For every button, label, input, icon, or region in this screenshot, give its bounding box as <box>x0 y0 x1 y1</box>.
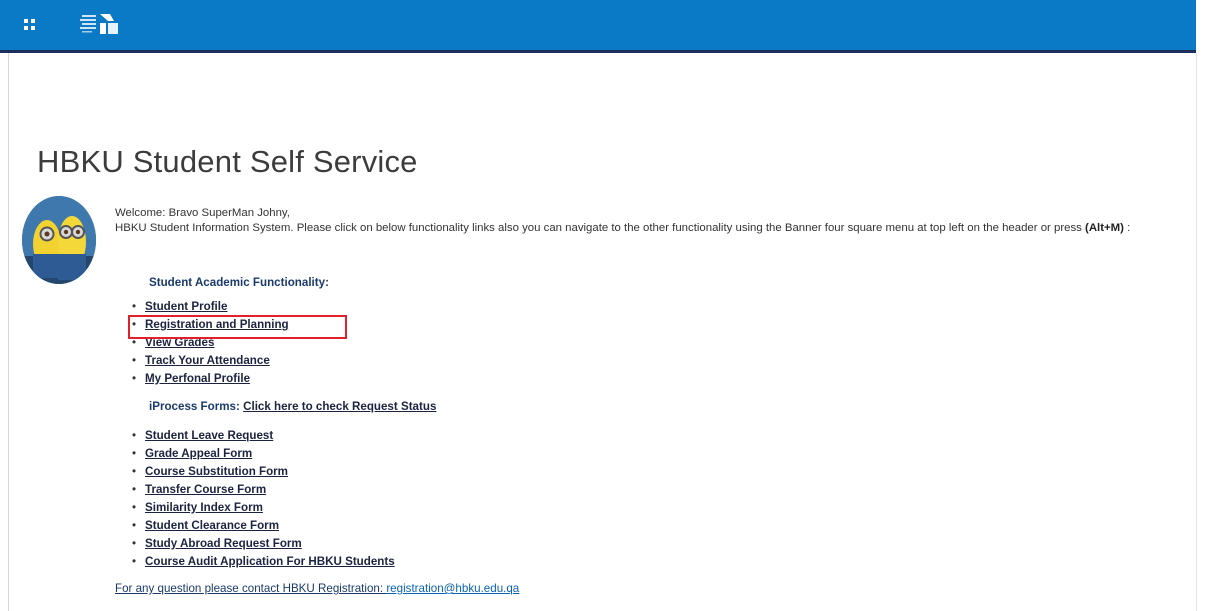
transfer-course-link[interactable]: Transfer Course Form <box>145 483 266 496</box>
list-item: Student Leave Request <box>132 427 395 445</box>
right-divider <box>1196 53 1197 611</box>
list-item: Student Profile <box>132 298 289 316</box>
view-grades-link[interactable]: View Grades <box>145 336 214 349</box>
avatar <box>22 196 96 284</box>
iprocess-links: Student Leave Request Grade Appeal Form … <box>115 427 395 571</box>
student-clearance-link[interactable]: Student Clearance Form <box>145 519 279 532</box>
study-abroad-link[interactable]: Study Abroad Request Form <box>145 537 302 550</box>
academic-heading: Student Academic Functionality: <box>149 276 329 289</box>
contact-line: For any question please contact HBKU Reg… <box>115 582 519 597</box>
list-item: View Grades <box>132 334 289 352</box>
registration-email-link[interactable]: registration@hbku.edu.qa <box>386 582 519 595</box>
intro-colon: : <box>1123 221 1131 234</box>
list-item: Course Audit Application For HBKU Studen… <box>132 553 395 571</box>
list-item: Similarity Index Form <box>132 499 395 517</box>
track-attendance-link[interactable]: Track Your Attendance <box>145 354 270 367</box>
list-item: Transfer Course Form <box>132 481 395 499</box>
left-divider <box>8 53 9 611</box>
iprocess-heading: iProcess Forms: Click here to check Requ… <box>115 400 436 415</box>
similarity-index-link[interactable]: Similarity Index Form <box>145 501 263 514</box>
list-item: Study Abroad Request Form <box>132 535 395 553</box>
request-status-link[interactable]: Click here to check Request Status <box>243 400 436 413</box>
list-item: Registration and Planning <box>132 316 289 334</box>
page-title: HBKU Student Self Service <box>37 144 418 179</box>
list-item: Course Substitution Form <box>132 463 395 481</box>
main-content: Welcome: Bravo SuperMan Johny, HBKU Stud… <box>115 206 1200 595</box>
shortcut-hint: (Alt+M) <box>1085 221 1124 234</box>
intro-body: HBKU Student Information System. Please … <box>115 221 1086 234</box>
grade-appeal-link[interactable]: Grade Appeal Form <box>145 447 252 460</box>
academic-links: Student Profile Registration and Plannin… <box>115 298 289 388</box>
list-item: Track Your Attendance <box>132 352 289 370</box>
intro-text: HBKU Student Information System. Please … <box>115 221 1200 236</box>
hbku-logo-icon[interactable] <box>80 11 120 37</box>
course-audit-link[interactable]: Course Audit Application For HBKU Studen… <box>145 555 395 568</box>
leave-request-link[interactable]: Student Leave Request <box>145 429 273 442</box>
student-profile-link[interactable]: Student Profile <box>145 300 227 313</box>
contact-text: For any question please contact HBKU Reg… <box>115 582 387 595</box>
header-bar <box>0 0 1196 53</box>
course-substitution-link[interactable]: Course Substitution Form <box>145 465 288 478</box>
grid-menu-icon[interactable] <box>24 19 35 30</box>
list-item: My Perfonal Profile <box>132 370 289 388</box>
list-item: Grade Appeal Form <box>132 445 395 463</box>
welcome-text: Welcome: Bravo SuperMan Johny, <box>115 207 290 219</box>
registration-planning-link[interactable]: Registration and Planning <box>145 318 289 331</box>
list-item: Student Clearance Form <box>132 517 395 535</box>
personal-profile-link[interactable]: My Perfonal Profile <box>145 372 250 385</box>
iprocess-label: iProcess Forms: <box>149 400 240 413</box>
